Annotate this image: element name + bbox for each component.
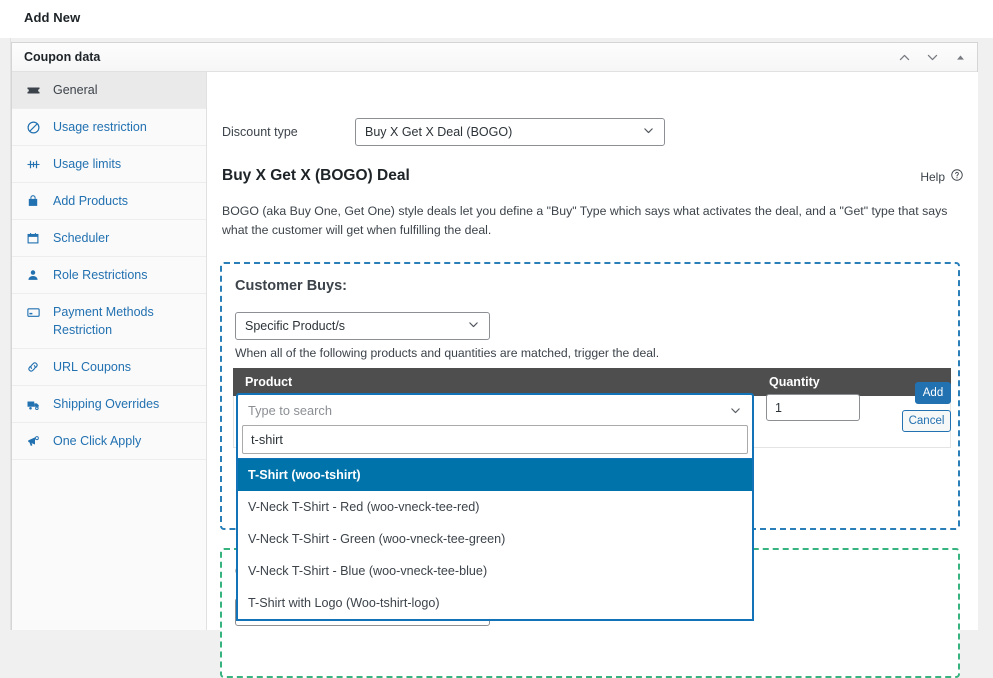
discount-type-value: Buy X Get X Deal (BOGO) (365, 125, 513, 139)
discount-type-row: Discount type Buy X Get X Deal (BOGO) (222, 118, 962, 146)
chevron-down-icon (729, 404, 742, 420)
sidebar-item-label: Usage restriction (53, 120, 147, 134)
column-header-quantity: Quantity (769, 375, 820, 389)
chevron-down-icon (642, 124, 655, 140)
customer-gets-hint (235, 632, 238, 646)
sidebar-item-label: General (53, 83, 98, 97)
sidebar-item-url-coupons[interactable]: URL Coupons (12, 349, 206, 386)
help-link[interactable]: Help (920, 168, 964, 185)
product-option[interactable]: T-Shirt (woo-tshirt) (238, 459, 752, 491)
user-icon (26, 266, 46, 284)
chevron-up-icon[interactable] (895, 49, 913, 67)
sidebar-item-add-products[interactable]: Add Products (12, 183, 206, 220)
product-option[interactable]: V-Neck T-Shirt - Blue (woo-vneck-tee-blu… (238, 555, 752, 587)
sidebar-item-payment-methods-restriction[interactable]: Payment Methods Restriction (12, 294, 206, 349)
page-header: Add New (0, 0, 993, 38)
product-search-input[interactable] (242, 425, 748, 454)
help-label: Help (920, 169, 945, 184)
chevron-down-icon[interactable] (923, 49, 941, 67)
discount-type-select[interactable]: Buy X Get X Deal (BOGO) (355, 118, 665, 146)
page-right-gutter (978, 38, 993, 630)
sidebar-item-usage-limits[interactable]: Usage limits (12, 146, 206, 183)
cancel-button[interactable]: Cancel (902, 410, 951, 432)
products-table-header: Product Quantity (233, 368, 951, 396)
quantity-input[interactable] (766, 394, 860, 421)
sidebar-item-scheduler[interactable]: Scheduler (12, 220, 206, 257)
add-product-button[interactable]: Add (915, 382, 951, 404)
help-circle-icon (950, 168, 964, 185)
product-option[interactable]: V-Neck T-Shirt - Red (woo-vneck-tee-red) (238, 491, 752, 523)
product-option[interactable]: V-Neck T-Shirt - Green (woo-vneck-tee-gr… (238, 523, 752, 555)
truck-icon (26, 395, 46, 413)
sidebar-item-label: Add Products (53, 194, 129, 208)
sidebar-item-label: Scheduler (53, 231, 110, 245)
deal-heading: Buy X Get X (BOGO) Deal (222, 167, 410, 184)
sidebar-item-usage-restriction[interactable]: Usage restriction (12, 109, 206, 146)
chevron-down-icon (467, 318, 480, 334)
sidebar-item-label: Role Restrictions (53, 268, 148, 282)
customer-buys-type-select[interactable]: Specific Product/s (235, 312, 490, 340)
product-select-placeholder: Type to search (248, 402, 332, 418)
metabox-header: Coupon data (12, 43, 977, 72)
deal-description: BOGO (aka Buy One, Get One) style deals … (222, 204, 948, 237)
metabox-header-controls (895, 43, 969, 72)
coupon-data-sidebar: General Usage restriction Usage limits A… (12, 72, 207, 630)
bag-icon (26, 192, 46, 210)
product-select2: Type to search T-Shirt (woo-tshirt) V-Ne… (236, 393, 754, 621)
ban-icon (26, 118, 46, 136)
calendar-icon (26, 229, 46, 247)
sidebar-item-label: Usage limits (53, 157, 122, 171)
product-search-wrap (238, 425, 752, 458)
customer-buys-title: Customer Buys: (235, 278, 347, 294)
page-title: Add New (24, 10, 81, 25)
customer-buys-type-value: Specific Product/s (245, 319, 346, 333)
product-select-field[interactable]: Type to search (238, 395, 752, 425)
column-header-product: Product (245, 375, 293, 389)
admin-left-gutter (0, 38, 11, 630)
sidebar-item-shipping-overrides[interactable]: Shipping Overrides (12, 386, 206, 423)
sidebar-item-label: URL Coupons (53, 360, 132, 374)
sidebar-item-label: Shipping Overrides (53, 397, 160, 411)
metabox-title: Coupon data (24, 50, 101, 64)
discount-type-label: Discount type (222, 125, 298, 139)
link-icon (26, 358, 46, 376)
megaphone-icon (26, 432, 46, 450)
sidebar-item-label: Payment Methods Restriction (53, 305, 154, 337)
sidebar-item-general[interactable]: General (12, 72, 206, 109)
sliders-icon (26, 155, 46, 173)
customer-buys-hint: When all of the following products and q… (235, 346, 660, 360)
triangle-up-icon[interactable] (951, 49, 969, 67)
sidebar-item-role-restrictions[interactable]: Role Restrictions (12, 257, 206, 294)
ticket-icon (26, 81, 46, 99)
sidebar-item-one-click-apply[interactable]: One Click Apply (12, 423, 206, 460)
product-option[interactable]: T-Shirt with Logo (Woo-tshirt-logo) (238, 587, 752, 619)
product-results-list[interactable]: T-Shirt (woo-tshirt) V-Neck T-Shirt - Re… (238, 458, 752, 619)
sidebar-item-label: One Click Apply (53, 434, 142, 448)
